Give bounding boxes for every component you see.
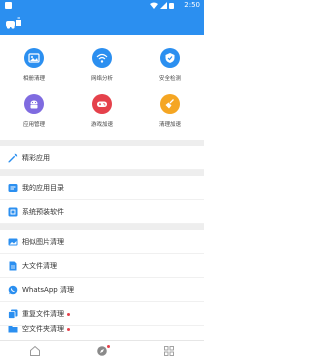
list-item-label: WhatsApp 清理 [22, 286, 74, 294]
grid-item-cleanup[interactable]: 清理加速 [136, 90, 204, 136]
broom-icon [160, 94, 180, 114]
grid-item-security[interactable]: 安全检测 [136, 44, 204, 90]
cell-signal-icon [160, 2, 167, 9]
similar-image-icon [8, 238, 18, 246]
list-item-whatsapp[interactable]: WhatsApp 清理 [0, 278, 204, 302]
grid-apps-icon[interactable] [163, 345, 175, 357]
grid-item-app-manager[interactable]: 应用管理 [0, 90, 68, 136]
list-item-similar-images[interactable]: 相似图片清理 [0, 230, 204, 254]
wifi-icon [92, 48, 112, 68]
image-gallery-icon [24, 48, 44, 68]
grid-item-album[interactable]: 相册清理 [0, 44, 68, 90]
grid-item-game-boost[interactable]: 游戏加速 [68, 90, 136, 136]
bottom-nav [0, 340, 204, 362]
grid-label: 清理加速 [158, 122, 181, 128]
feature-grid: 相册清理 网络分析 安全检测 应用管理 游戏加速 清理加速 [0, 44, 204, 140]
discover-badge-dot [107, 345, 110, 348]
list-item-label: 相似图片清理 [22, 238, 64, 246]
grid-label: 应用管理 [22, 122, 45, 128]
grid-label: 安全检测 [158, 76, 181, 82]
grid-label: 游戏加速 [90, 122, 113, 128]
list-item-my-apps[interactable]: 我的应用目录 [0, 176, 204, 200]
grid-label: 网络分析 [90, 76, 113, 82]
app-catalog-icon [8, 184, 18, 192]
grid-item-network[interactable]: 网络分析 [68, 44, 136, 90]
list-item-label: 空文件夹清理 [22, 324, 70, 334]
shield-icon [160, 48, 180, 68]
list-item-label: 系统预装软件 [22, 208, 64, 216]
wifi-signal-icon [150, 2, 158, 9]
whatsapp-icon [8, 285, 18, 295]
app-bar [0, 11, 204, 35]
notification-app-icon [5, 2, 12, 9]
new-badge-dot [67, 312, 70, 316]
status-time: 2:50 [184, 1, 200, 9]
status-bar: 2:50 [0, 0, 204, 11]
empty-folder-icon [8, 326, 18, 333]
app-logo-icon [6, 17, 21, 29]
android-icon [24, 94, 44, 114]
featured-apps-label: 精彩应用 [22, 154, 50, 162]
list-item-preinstalled[interactable]: 系统预装软件 [0, 200, 204, 224]
list-item-label: 我的应用目录 [22, 184, 64, 192]
grid-label: 相册清理 [22, 76, 45, 82]
battery-icon [169, 3, 174, 9]
list-item-label: 大文件清理 [22, 262, 57, 270]
gamepad-icon [92, 94, 112, 114]
large-file-icon [9, 261, 17, 271]
wrench-icon [8, 153, 18, 163]
home-icon[interactable] [29, 345, 41, 357]
list-item-large-files[interactable]: 大文件清理 [0, 254, 204, 278]
preinstalled-icon [8, 207, 18, 217]
list-item-empty-folders[interactable]: 空文件夹清理 [0, 318, 204, 340]
featured-apps-row[interactable]: 精彩应用 [0, 146, 204, 170]
new-badge-dot [67, 327, 70, 331]
